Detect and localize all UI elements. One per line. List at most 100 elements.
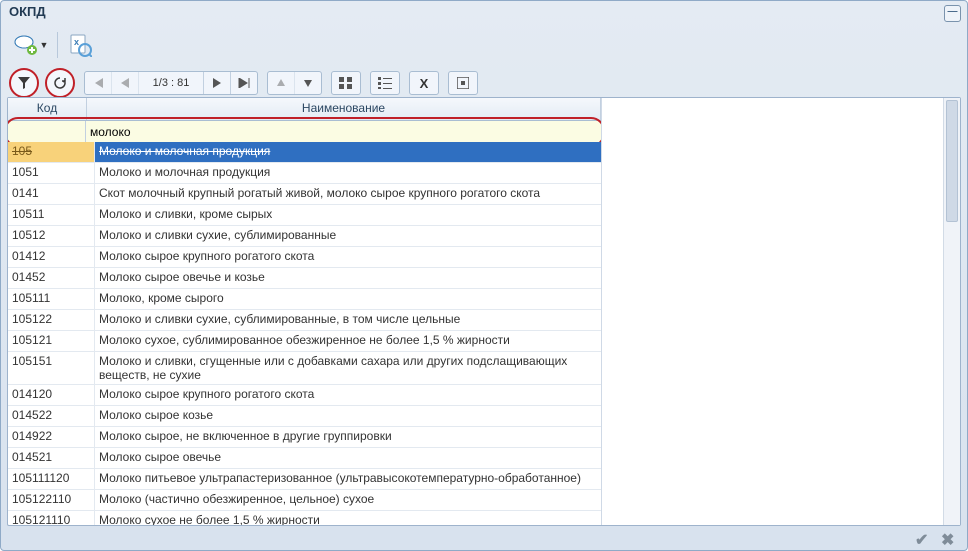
cell-name: Молоко и сливки, кроме сырых bbox=[95, 205, 601, 225]
cell-code: 105111120 bbox=[8, 469, 95, 489]
export-excel-button[interactable]: x bbox=[64, 29, 96, 61]
new-document-button[interactable]: ▼ bbox=[9, 29, 51, 61]
cell-name: Молоко питьевое ультрапастеризованное (у… bbox=[95, 469, 601, 489]
cell-name: Молоко сухое, сублимированное обезжиренн… bbox=[95, 331, 601, 351]
check-icon: ✔ bbox=[915, 532, 928, 549]
table-row[interactable]: 014922Молоко сырое, не включенное в друг… bbox=[8, 427, 601, 448]
tiles-view-button[interactable] bbox=[331, 71, 361, 95]
cell-name: Молоко сырое крупного рогатого скота bbox=[95, 385, 601, 405]
cell-code: 014522 bbox=[8, 406, 95, 426]
next-page-button[interactable] bbox=[204, 72, 231, 94]
table-row[interactable]: 105122110Молоко (частично обезжиренное, … bbox=[8, 490, 601, 511]
cell-code: 105121 bbox=[8, 331, 95, 351]
cell-code: 014120 bbox=[8, 385, 95, 405]
accept-button[interactable]: ✔ bbox=[915, 530, 933, 548]
table-row[interactable]: 105111Молоко, кроме сырого bbox=[8, 289, 601, 310]
vertical-scrollbar[interactable] bbox=[943, 98, 960, 525]
cell-code: 105122110 bbox=[8, 490, 95, 510]
collapse-button[interactable]: — bbox=[944, 5, 961, 22]
table-row[interactable]: 105121110Молоко сухое не более 1,5 % жир… bbox=[8, 511, 601, 525]
columns-button[interactable] bbox=[448, 71, 478, 95]
cancel-button[interactable]: ✖ bbox=[941, 530, 959, 548]
okpd-window: ОКПД — ▼ x 1/3 : 81 bbox=[0, 0, 968, 551]
column-header-code[interactable]: Код bbox=[8, 98, 87, 120]
svg-text:x: x bbox=[74, 37, 79, 47]
table-row[interactable]: 1051Молоко и молочная продукция bbox=[8, 163, 601, 184]
table-row[interactable]: 105121Молоко сухое, сублимированное обез… bbox=[8, 331, 601, 352]
filter-code-input[interactable] bbox=[8, 121, 86, 143]
page-indicator: 1/3 : 81 bbox=[139, 72, 204, 94]
cell-code: 014521 bbox=[8, 448, 95, 468]
separator bbox=[57, 32, 58, 58]
cell-name: Молоко (частично обезжиренное, цельное) … bbox=[95, 490, 601, 510]
table-row[interactable]: 01452Молоко сырое овечье и козье bbox=[8, 268, 601, 289]
table-row[interactable]: 105Молоко и молочная продукция bbox=[8, 142, 601, 163]
prev-icon bbox=[120, 78, 130, 88]
main-toolbar: ▼ x bbox=[1, 26, 967, 64]
clear-button[interactable]: X bbox=[409, 71, 439, 95]
refresh-button[interactable] bbox=[45, 68, 75, 98]
refresh-icon bbox=[53, 76, 67, 90]
sort-group bbox=[267, 71, 322, 95]
cell-code: 105 bbox=[8, 142, 95, 162]
content-area: Код Наименование 105Молоко и молочная пр… bbox=[7, 97, 961, 526]
cell-name: Молоко сухое не более 1,5 % жирности bbox=[95, 511, 601, 525]
list-view-button[interactable] bbox=[370, 71, 400, 95]
cell-name: Молоко и молочная продукция bbox=[95, 163, 601, 183]
table-row[interactable]: 10512Молоко и сливки сухие, сублимирован… bbox=[8, 226, 601, 247]
footer-actions: ✔ ✖ bbox=[915, 530, 959, 548]
grid: Код Наименование 105Молоко и молочная пр… bbox=[8, 98, 602, 525]
next-icon bbox=[212, 78, 222, 88]
scrollbar-thumb[interactable] bbox=[946, 100, 958, 222]
cell-name: Молоко сырое козье bbox=[95, 406, 601, 426]
table-row[interactable]: 014522Молоко сырое козье bbox=[8, 406, 601, 427]
funnel-icon bbox=[17, 76, 31, 90]
cell-code: 105122 bbox=[8, 310, 95, 330]
cell-name: Молоко сырое овечье bbox=[95, 448, 601, 468]
table-row[interactable]: 014521Молоко сырое овечье bbox=[8, 448, 601, 469]
first-page-button[interactable] bbox=[85, 72, 112, 94]
cell-code: 014922 bbox=[8, 427, 95, 447]
cell-code: 105111 bbox=[8, 289, 95, 309]
filter-button[interactable] bbox=[9, 68, 39, 98]
window-title: ОКПД bbox=[9, 4, 46, 19]
last-icon bbox=[238, 78, 250, 88]
first-icon bbox=[92, 78, 104, 88]
list-icon bbox=[378, 77, 392, 89]
cell-code: 0141 bbox=[8, 184, 95, 204]
cell-code: 01452 bbox=[8, 268, 95, 288]
table-row[interactable]: 105151Молоко и сливки, сгущенные или с д… bbox=[8, 352, 601, 385]
filter-name-input[interactable] bbox=[86, 121, 601, 143]
new-document-icon bbox=[11, 31, 39, 59]
cell-name: Молоко сырое, не включенное в другие гру… bbox=[95, 427, 601, 447]
table-row[interactable]: 10511Молоко и сливки, кроме сырых bbox=[8, 205, 601, 226]
cell-code: 105121110 bbox=[8, 511, 95, 525]
chevron-down-icon[interactable]: ▼ bbox=[39, 31, 49, 59]
last-page-button[interactable] bbox=[231, 72, 257, 94]
cell-code: 10512 bbox=[8, 226, 95, 246]
cell-name: Молоко сырое крупного рогатого скота bbox=[95, 247, 601, 267]
column-header-name[interactable]: Наименование bbox=[87, 98, 601, 120]
table-row[interactable]: 105122Молоко и сливки сухие, сублимирова… bbox=[8, 310, 601, 331]
pager: 1/3 : 81 bbox=[84, 71, 258, 95]
sort-down-button[interactable] bbox=[295, 72, 321, 94]
table-row[interactable]: 0141Скот молочный крупный рогатый живой,… bbox=[8, 184, 601, 205]
cell-name: Молоко и молочная продукция bbox=[95, 142, 601, 162]
cell-name: Молоко, кроме сырого bbox=[95, 289, 601, 309]
filter-row bbox=[8, 121, 601, 144]
x-icon: X bbox=[420, 76, 429, 91]
table-row[interactable]: 01412Молоко сырое крупного рогатого скот… bbox=[8, 247, 601, 268]
cell-name: Молоко и сливки сухие, сублимированные, … bbox=[95, 310, 601, 330]
sort-up-button[interactable] bbox=[268, 72, 295, 94]
grid-body: 105Молоко и молочная продукция1051Молоко… bbox=[8, 142, 601, 525]
prev-page-button[interactable] bbox=[112, 72, 139, 94]
table-row[interactable]: 014120Молоко сырое крупного рогатого ско… bbox=[8, 385, 601, 406]
cell-name: Молоко и сливки, сгущенные или с добавка… bbox=[95, 352, 601, 384]
cell-name: Молоко и сливки сухие, сублимированные bbox=[95, 226, 601, 246]
table-row[interactable]: 105111120Молоко питьевое ультрапастеризо… bbox=[8, 469, 601, 490]
close-icon: ✖ bbox=[941, 532, 954, 549]
titlebar: ОКПД — bbox=[1, 1, 967, 26]
square-dot-icon bbox=[457, 77, 469, 89]
triangle-up-icon bbox=[276, 78, 286, 88]
cell-code: 01412 bbox=[8, 247, 95, 267]
